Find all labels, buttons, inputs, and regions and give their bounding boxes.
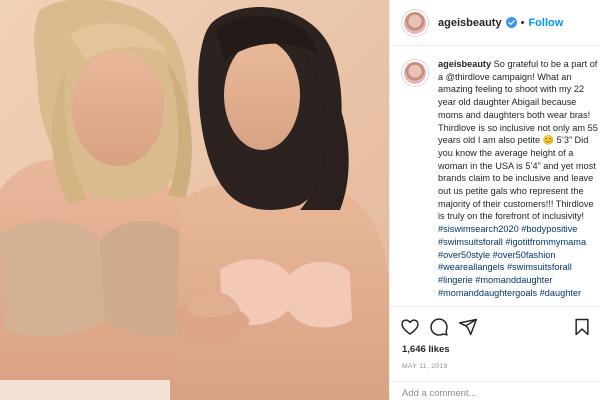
- comment-icon[interactable]: [429, 317, 449, 337]
- post-caption: ageisbeauty So grateful to be a part of …: [438, 58, 598, 304]
- post-side-panel: ageisbeauty • Follow ageisbeauty So grat…: [389, 0, 600, 400]
- header-username[interactable]: ageisbeauty: [438, 17, 502, 29]
- caption-area: ageisbeauty So grateful to be a part of …: [390, 58, 600, 304]
- verified-badge-icon: [505, 17, 517, 28]
- bookmark-icon[interactable]: [573, 317, 591, 337]
- caption-avatar[interactable]: [402, 60, 428, 86]
- comment-box: [390, 381, 600, 400]
- post-actions: 1,646 likes MAY 11, 2019: [390, 306, 600, 400]
- user-avatar[interactable]: [402, 9, 428, 36]
- post-header: ageisbeauty • Follow: [390, 0, 600, 46]
- post-photo[interactable]: [0, 0, 389, 400]
- follow-button[interactable]: Follow: [528, 17, 563, 29]
- likes-count[interactable]: 1,646 likes: [402, 344, 450, 355]
- caption-text: So grateful to be a part of a @thirdlove…: [438, 59, 598, 222]
- photo-illustration: [0, 0, 389, 400]
- caption-username[interactable]: ageisbeauty: [438, 59, 491, 69]
- post-date[interactable]: MAY 11, 2019: [402, 363, 448, 370]
- heart-icon[interactable]: [400, 317, 420, 337]
- share-icon[interactable]: [458, 317, 478, 337]
- comment-input[interactable]: [402, 386, 562, 400]
- action-icons: [400, 317, 478, 337]
- caption-hashtags[interactable]: #siswimsearch2020 #bodypositive #swimsui…: [438, 224, 586, 298]
- separator-dot: •: [520, 16, 525, 29]
